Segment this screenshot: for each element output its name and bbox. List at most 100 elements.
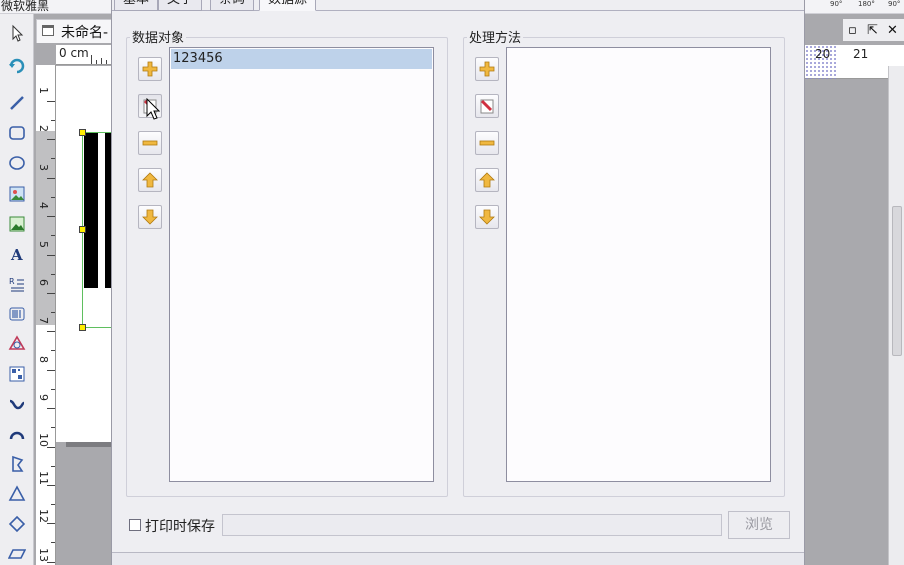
objects-add-button[interactable] — [138, 57, 162, 81]
ruler-number: 4 — [37, 202, 50, 210]
ruler-number: 6 — [37, 279, 50, 286]
tool-image[interactable] — [4, 181, 30, 207]
tool-rounded-rect[interactable] — [4, 120, 30, 146]
dialog-bottom-edge — [112, 552, 804, 565]
vertical-scrollbar[interactable] — [888, 66, 904, 565]
ruler-number: 8 — [37, 355, 50, 363]
dialog-tab-strip: 基本 文字 条码 数据源 — [112, 0, 804, 11]
tool-datamatrix[interactable] — [4, 361, 30, 387]
collapse-icon[interactable]: ⇱ — [867, 23, 878, 38]
qrcode-icon — [8, 335, 26, 353]
objects-remove-button[interactable] — [138, 131, 162, 155]
ruler-number: 5 — [37, 240, 50, 248]
tool-ellipse[interactable] — [4, 150, 30, 176]
scrollbar-thumb[interactable] — [892, 206, 902, 356]
rotation-label[interactable]: 90° — [830, 0, 842, 8]
edit-icon — [478, 97, 496, 115]
ruler-number: 11 — [37, 471, 50, 485]
polyline-icon — [8, 455, 26, 473]
tool-barcode[interactable] — [4, 301, 30, 327]
tool-qrcode[interactable] — [4, 331, 30, 357]
plus-icon — [478, 60, 496, 78]
data-objects-list[interactable]: 123456 — [169, 47, 434, 482]
tool-polyline[interactable] — [4, 451, 30, 477]
barcode-icon — [8, 305, 26, 323]
rich-text-icon: R — [8, 275, 26, 293]
barcode-object[interactable] — [82, 132, 112, 328]
rotation-label[interactable]: 180° — [858, 0, 875, 8]
methods-list[interactable] — [506, 47, 771, 482]
picture-icon — [8, 215, 26, 233]
arrow-down-icon — [478, 208, 496, 226]
datamatrix-icon — [8, 365, 26, 383]
horizontal-ruler: 0 cm — [56, 45, 112, 65]
methods-move-down-button[interactable] — [475, 205, 499, 229]
close-icon[interactable]: ✕ — [887, 23, 898, 38]
right-workspace: ▫ ⇱ ✕ 20 21 — [805, 14, 904, 565]
methods-edit-button[interactable] — [475, 94, 499, 118]
save-on-print-checkbox[interactable] — [129, 519, 141, 531]
browse-button[interactable]: 浏览 — [728, 511, 790, 539]
document-tab-label: 未命名- — [61, 25, 109, 41]
arrow-up-icon — [478, 171, 496, 189]
tool-text[interactable]: A — [4, 241, 30, 267]
tool-picture[interactable] — [4, 211, 30, 237]
mouse-cursor-icon — [146, 97, 161, 120]
data-objects-title: 数据对象 — [130, 27, 187, 46]
ellipse-icon — [8, 154, 26, 172]
text-icon: A — [8, 245, 26, 263]
rotation-label[interactable]: 90° — [888, 0, 900, 8]
ruler-number: 1 — [37, 87, 50, 94]
methods-title: 处理方法 — [467, 27, 524, 46]
tool-palette: AR — [0, 14, 34, 565]
svg-text:A: A — [10, 246, 23, 263]
list-item[interactable]: 123456 — [171, 49, 432, 69]
ruler-unit: 0 cm — [59, 46, 89, 60]
resize-handle[interactable] — [79, 324, 86, 331]
tool-rotate[interactable] — [4, 52, 30, 78]
plus-icon — [141, 60, 159, 78]
save-path-field[interactable] — [222, 514, 722, 536]
tool-diamond[interactable] — [4, 511, 30, 537]
tab-text[interactable]: 文字 — [158, 0, 203, 11]
window-controls: ▫ ⇱ ✕ — [843, 19, 904, 41]
image-icon — [8, 185, 26, 203]
tool-line[interactable] — [4, 90, 30, 116]
parallelogram-icon — [8, 545, 26, 563]
pointer-icon — [8, 24, 26, 42]
methods-remove-button[interactable] — [475, 131, 499, 155]
resize-handle[interactable] — [79, 129, 86, 136]
ruler-number: 20 — [815, 47, 831, 61]
document-tab[interactable]: 未命名- — [36, 19, 112, 43]
font-name-label: 微软雅黑 — [1, 0, 50, 13]
tool-arc[interactable] — [4, 421, 30, 447]
resize-handle[interactable] — [79, 226, 86, 233]
ruler-number: 7 — [37, 317, 50, 325]
methods-add-button[interactable] — [475, 57, 499, 81]
objects-move-up-button[interactable] — [138, 168, 162, 192]
tool-rich-text[interactable]: R — [4, 271, 30, 297]
tool-pointer[interactable] — [4, 20, 30, 46]
ruler-number: 21 — [853, 47, 869, 61]
arrow-down-icon — [141, 208, 159, 226]
rounded-rect-icon — [8, 124, 26, 142]
arc-icon — [8, 425, 26, 443]
minus-icon — [478, 134, 496, 152]
tab-datasource[interactable]: 数据源 — [259, 0, 317, 11]
ruler-number: 9 — [37, 394, 50, 402]
ruler-number: 2 — [37, 125, 50, 133]
line-icon — [8, 94, 26, 112]
tool-curve[interactable] — [4, 391, 30, 417]
objects-move-down-button[interactable] — [138, 205, 162, 229]
tab-barcode[interactable]: 条码 — [210, 0, 255, 11]
diamond-icon — [8, 515, 26, 533]
triangle-icon — [8, 485, 26, 503]
tool-parallelogram[interactable] — [4, 541, 30, 565]
ruler-number: 13 — [37, 547, 50, 562]
methods-move-up-button[interactable] — [475, 168, 499, 192]
tab-basic[interactable]: 基本 — [114, 0, 159, 11]
ruler-number: 10 — [37, 432, 50, 447]
restore-icon[interactable]: ▫ — [848, 23, 857, 38]
tool-triangle[interactable] — [4, 481, 30, 507]
ruler-number: 12 — [37, 509, 50, 524]
